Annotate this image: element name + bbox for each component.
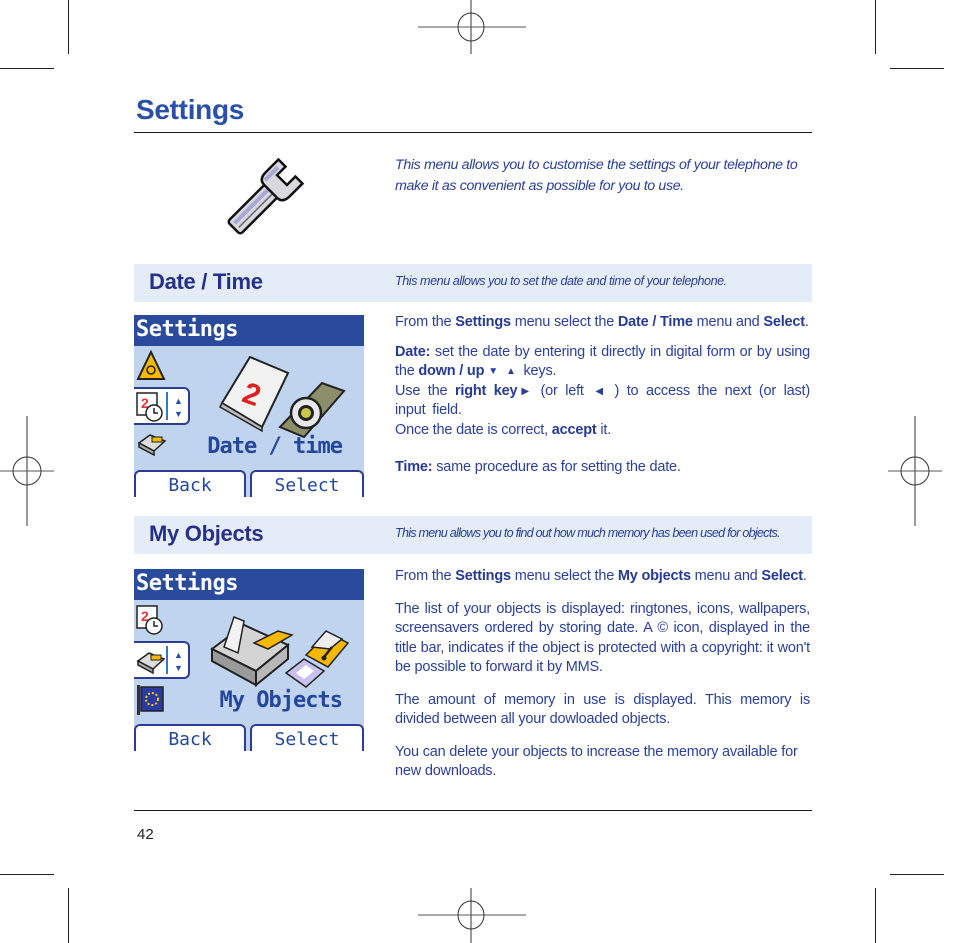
softkeys: Back Select <box>134 721 364 751</box>
section-title: Date / Time <box>149 269 263 294</box>
text: Use the <box>395 382 455 399</box>
text: menu and <box>690 568 762 584</box>
paragraph: Use the right key ▶ (or left ◀ ) to acces… <box>395 382 810 421</box>
text: menu select the <box>510 314 618 330</box>
text: menu and <box>692 314 764 330</box>
menu-scroller[interactable]: ▲ ▼ <box>134 641 190 679</box>
crop-mark <box>0 68 54 69</box>
text: From the <box>395 568 456 584</box>
wrench-icon <box>227 157 305 235</box>
section-header-date-time: Date / Time This menu allows you to set … <box>134 264 812 302</box>
scroll-up-icon[interactable]: ▲ <box>174 397 183 406</box>
paragraph: Once the date is correct, accept it. <box>395 421 810 441</box>
my-objects-instructions: From the Settings menu select the My obj… <box>395 567 810 782</box>
text: . <box>802 568 807 584</box>
text: From the <box>395 314 456 330</box>
section-description: This menu allows you to set the date and… <box>395 274 727 288</box>
up-key-icon: ▲ <box>505 366 516 377</box>
softkey-select[interactable]: Select <box>250 724 364 751</box>
date-time-instructions: From the Settings menu select the Date /… <box>395 313 810 478</box>
bold-text: Settings <box>455 568 511 584</box>
phone-menu-caption: Date / time <box>207 434 343 459</box>
paragraph: The list of your objects is displayed: r… <box>395 600 810 676</box>
bold-text: right key <box>454 382 518 399</box>
crop-mark <box>68 888 69 943</box>
scroller-separator <box>166 646 168 674</box>
registration-mark-bottom <box>418 888 526 943</box>
crop-mark <box>68 0 69 54</box>
left-key-icon: ◀ <box>595 385 603 397</box>
title-divider <box>134 132 812 133</box>
date-time-icon: 2 <box>136 392 163 422</box>
paragraph: The amount of memory in use is displayed… <box>395 691 810 728</box>
text: same procedure as for setting the date. <box>432 459 681 475</box>
bold-text: Settings <box>455 314 511 330</box>
scroll-down-icon[interactable]: ▼ <box>174 664 183 673</box>
paragraph: Time: same procedure as for setting the … <box>395 458 810 478</box>
registration-mark-top <box>418 0 526 54</box>
section-header-my-objects: My Objects This menu allows you to find … <box>134 516 812 554</box>
text: (or left <box>532 382 592 399</box>
scroll-down-icon[interactable]: ▼ <box>174 410 183 419</box>
page-number: 42 <box>137 826 154 843</box>
section-title: My Objects <box>149 521 264 546</box>
text: it. <box>596 421 612 438</box>
registration-mark-left <box>0 416 54 526</box>
phone-menu-caption: My Objects <box>219 688 343 713</box>
bold-text: Date: <box>395 343 431 360</box>
paragraph: From the Settings menu select the My obj… <box>395 567 810 587</box>
phone-header: Settings <box>134 315 364 346</box>
intro-text: This menu allows you to customise the se… <box>395 157 798 194</box>
menu-scroller[interactable]: 2 ▲ ▼ <box>134 387 190 425</box>
bold-text: Select <box>763 314 805 330</box>
softkey-back[interactable]: Back <box>134 470 246 497</box>
page-title: Settings <box>136 94 245 125</box>
crop-mark <box>890 68 944 69</box>
phone-header-title: Settings <box>136 571 238 596</box>
text: keys. <box>519 363 557 379</box>
bold-text: down / up <box>418 363 485 379</box>
paragraph: You can delete your objects to increase … <box>395 743 798 780</box>
down-key-icon: ▼ <box>488 366 498 377</box>
registration-mark-right <box>888 416 942 526</box>
paragraph: Date: set the date by entering it direct… <box>395 343 810 382</box>
text: . <box>804 314 809 330</box>
scroll-up-icon[interactable]: ▲ <box>174 651 183 660</box>
alarm-icon <box>136 350 166 380</box>
ringtone-icon <box>304 630 350 668</box>
softkeys: Back Select <box>134 467 364 497</box>
language-flag-icon <box>137 685 164 715</box>
crop-mark <box>875 888 876 943</box>
objects-icon <box>136 652 166 675</box>
phone-header-title: Settings <box>136 317 238 342</box>
right-key-icon: ▶ <box>521 385 529 397</box>
bold-text: accept <box>551 421 597 438</box>
bold-text: My objects <box>617 568 691 584</box>
bold-text: Date / Time <box>617 314 693 330</box>
objects-icon <box>137 434 167 457</box>
phone-screen-my-objects: Settings 2 ▲ ▼ My Objects Back Select <box>134 569 364 751</box>
phone-header: Settings <box>134 569 364 600</box>
paragraph: From the Settings menu select the Date /… <box>395 313 810 333</box>
text: menu select the <box>510 568 618 584</box>
crop-mark <box>0 874 54 875</box>
bold-text: Select <box>761 568 803 584</box>
crop-mark <box>890 874 944 875</box>
text: Once the date is correct, <box>395 421 552 438</box>
softkey-back[interactable]: Back <box>134 724 246 751</box>
date-time-icon: 2 <box>136 605 163 635</box>
phone-screen-date-time: Settings 2 ▲ ▼ 2 Date / time Back Select <box>134 315 364 497</box>
crop-mark <box>875 0 876 54</box>
bold-text: Time: <box>395 459 433 475</box>
scroller-separator <box>166 392 168 420</box>
section-description: This menu allows you to find out how muc… <box>395 526 781 540</box>
footer-divider <box>134 810 812 811</box>
softkey-select[interactable]: Select <box>250 470 364 497</box>
